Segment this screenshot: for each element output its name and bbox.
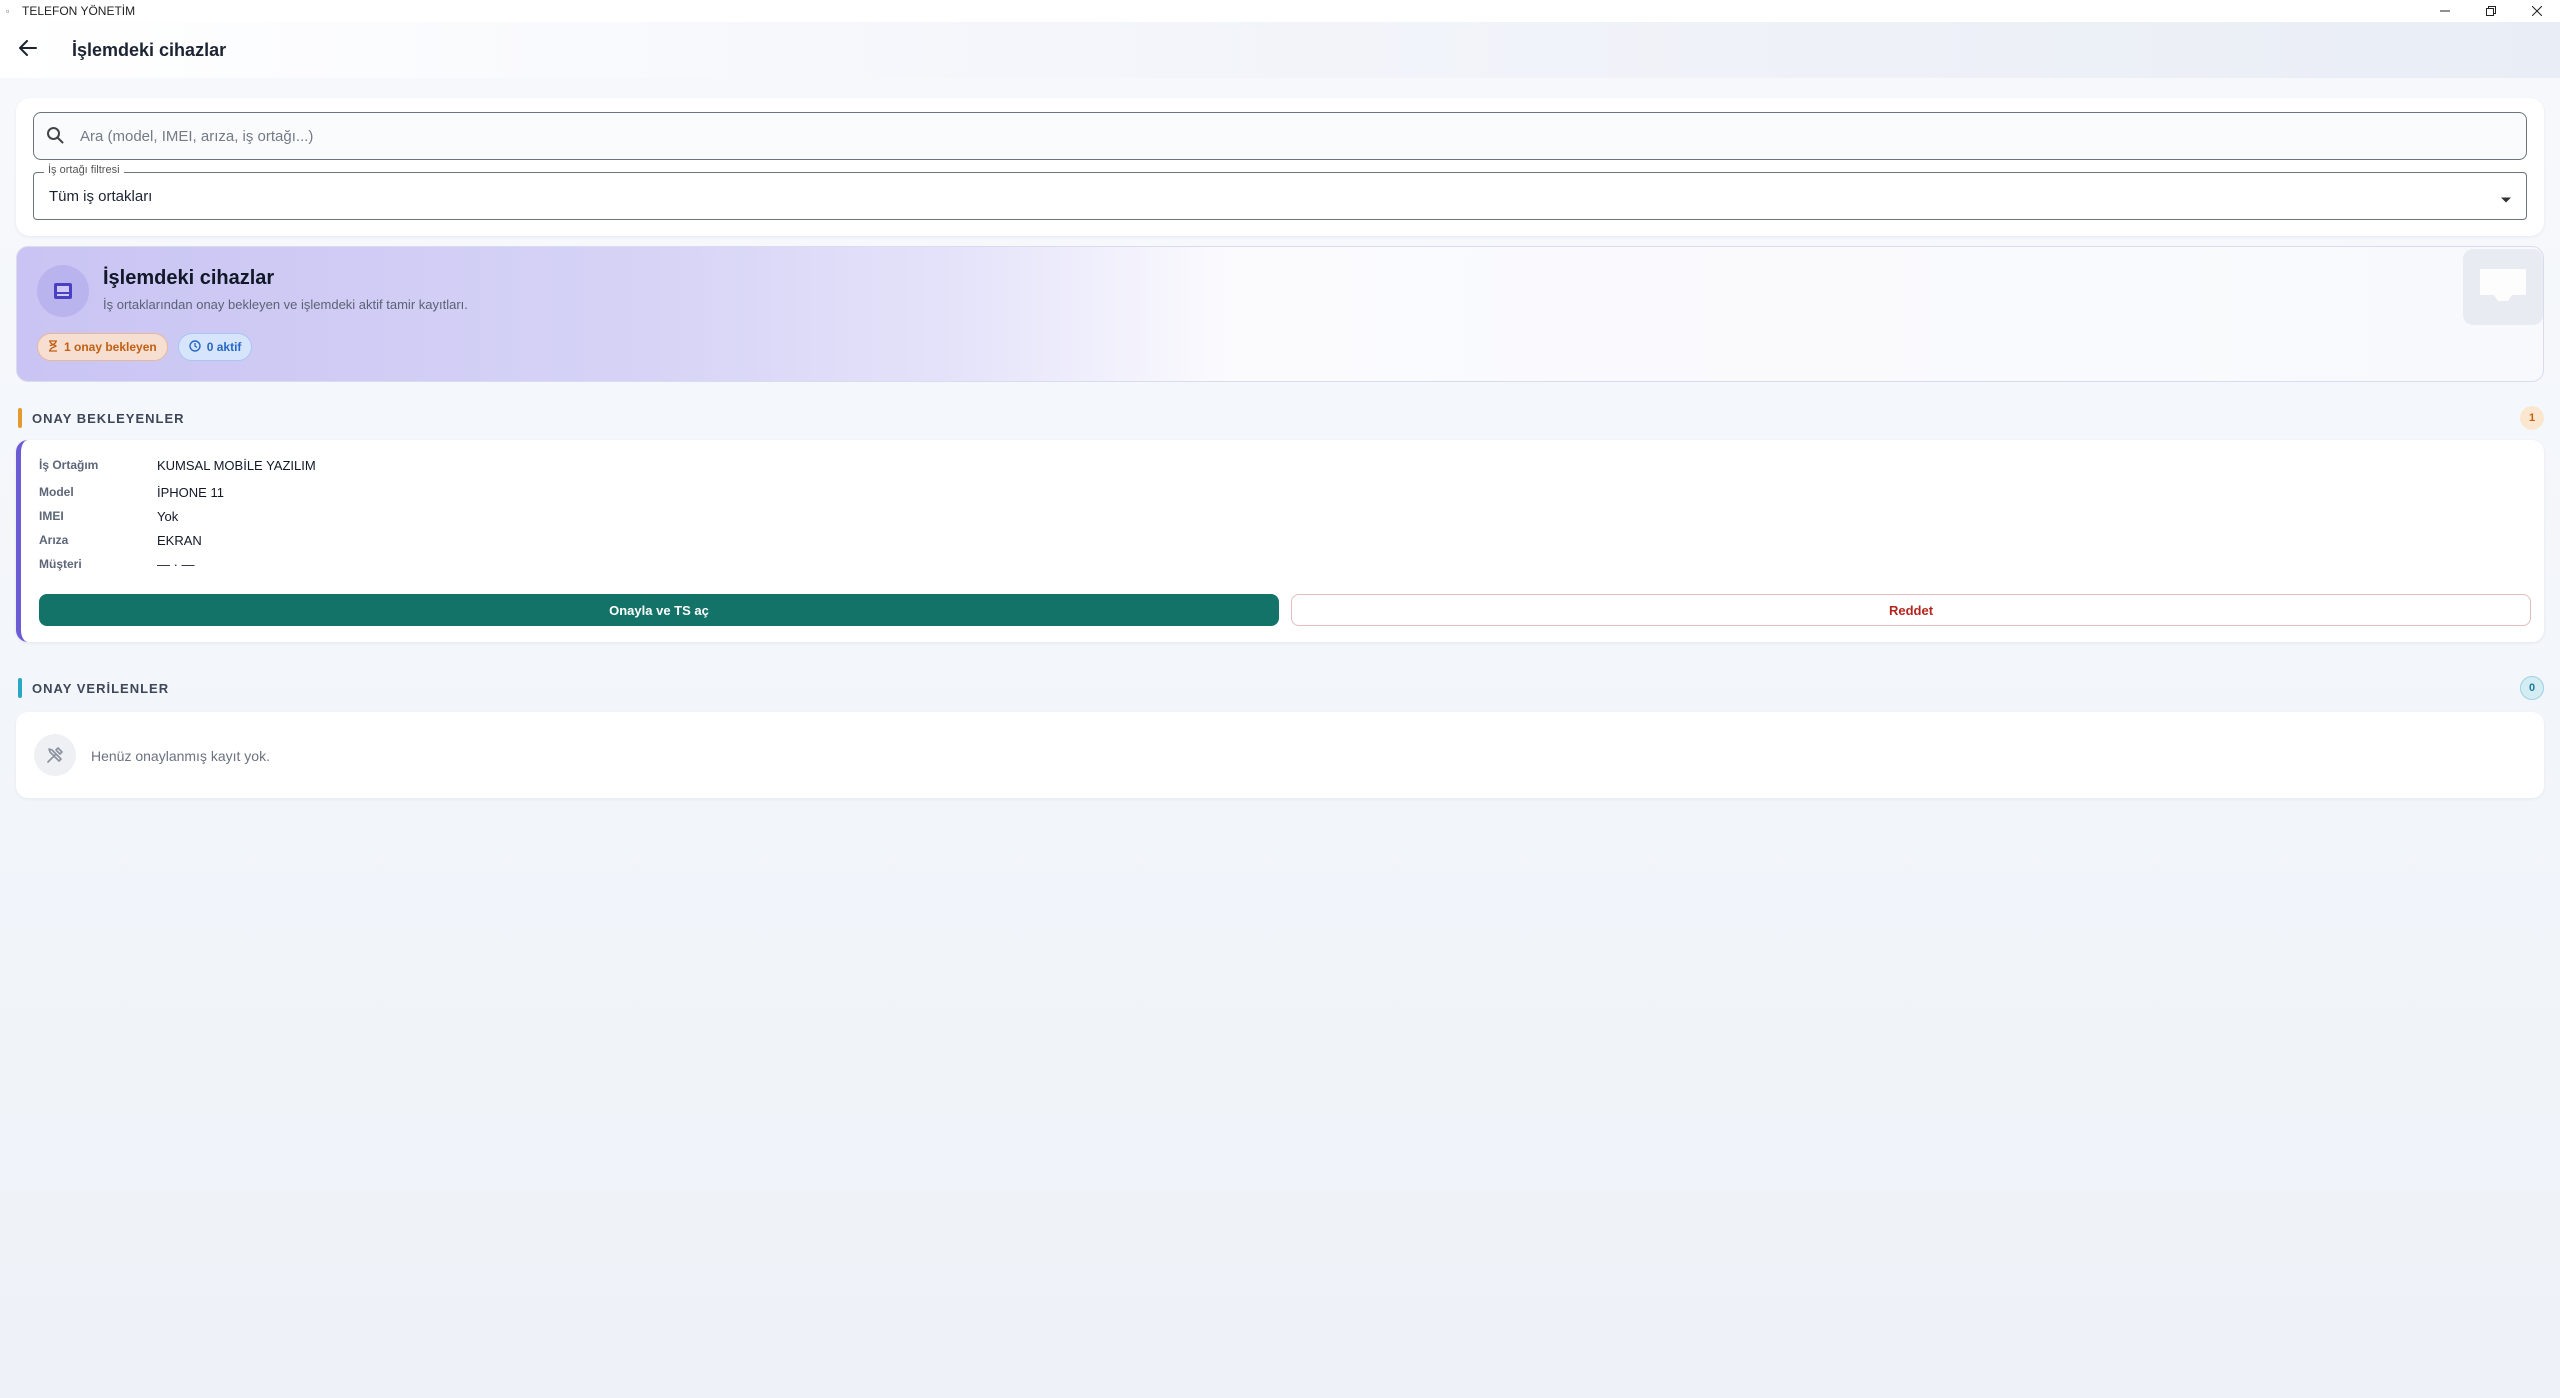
field-value: — · — <box>157 557 195 572</box>
pending-chip-label: 1 onay bekleyen <box>64 340 157 354</box>
partner-filter-value: Tüm iş ortakları <box>49 188 153 205</box>
search-field[interactable] <box>33 112 2527 160</box>
field-row: IMEI Yok <box>39 509 178 524</box>
field-row: Müşteri — · — <box>39 557 195 572</box>
inbox-decoration-icon <box>2463 249 2543 325</box>
pending-section-header: ONAY BEKLEYENLER 1 <box>18 406 2544 430</box>
approved-section-header: ONAY VERİLENLER 0 <box>18 676 2544 700</box>
search-icon <box>46 126 66 146</box>
empty-state-text: Henüz onaylanmış kayıt yok. <box>91 748 270 764</box>
field-label: Arıza <box>39 533 69 547</box>
section-accent-bar <box>18 678 22 698</box>
field-row: Arıza EKRAN <box>39 533 202 548</box>
search-input[interactable] <box>80 127 2480 145</box>
close-icon[interactable] <box>2514 0 2560 22</box>
hero-subtitle: İş ortaklarından onay bekleyen ve işlemd… <box>103 297 468 312</box>
field-row: Model İPHONE 11 <box>39 485 224 500</box>
reject-button[interactable]: Reddet <box>1291 594 2531 626</box>
approved-section-title: ONAY VERİLENLER <box>32 681 170 696</box>
pending-count-badge: 1 <box>2520 406 2544 430</box>
field-value: EKRAN <box>157 533 202 548</box>
clock-icon <box>189 339 201 355</box>
back-button[interactable] <box>0 22 56 78</box>
field-row: İş Ortağım KUMSAL MOBİLE YAZILIM <box>39 458 316 473</box>
app-icon: ▫ <box>6 6 10 16</box>
tools-icon <box>34 734 76 776</box>
active-chip-label: 0 aktif <box>206 340 242 354</box>
chevron-down-icon <box>2500 191 2512 209</box>
minimize-icon[interactable] <box>2422 0 2468 22</box>
summary-hero-card: İşlemdeki cihazlar İş ortaklarından onay… <box>16 246 2544 382</box>
window-titlebar: ▫ TELEFON YÖNETİM <box>0 0 2560 22</box>
field-label: İş Ortağım <box>39 458 99 472</box>
pending-count-chip: 1 onay bekleyen <box>37 333 168 361</box>
hero-title: İşlemdeki cihazlar <box>103 267 275 289</box>
partner-filter-label: İş ortağı filtresi <box>44 164 124 176</box>
app-bar: İşlemdeki cihazlar <box>0 22 2560 78</box>
field-value: KUMSAL MOBİLE YAZILIM <box>157 458 316 473</box>
hourglass-icon <box>48 339 58 355</box>
field-label: Model <box>39 485 74 499</box>
page-title: İşlemdeki cihazlar <box>72 39 227 60</box>
inbox-icon <box>37 265 89 317</box>
pending-request-card: İş Ortağım KUMSAL MOBİLE YAZILIM Model İ… <box>16 440 2544 642</box>
window-controls <box>2422 0 2560 22</box>
window-title: TELEFON YÖNETİM <box>22 4 136 18</box>
arrow-left-icon <box>19 39 37 61</box>
hero-chips: 1 onay bekleyen 0 aktif <box>37 333 253 361</box>
field-label: Müşteri <box>39 557 82 571</box>
approved-count-badge: 0 <box>2520 676 2544 700</box>
field-value: İPHONE 11 <box>157 485 224 500</box>
pending-section-title: ONAY BEKLEYENLER <box>32 411 185 426</box>
partner-filter-select[interactable]: İş ortağı filtresi Tüm iş ortakları <box>33 164 2527 220</box>
approve-button[interactable]: Onayla ve TS aç <box>39 594 1279 626</box>
field-value: Yok <box>157 509 179 524</box>
approved-empty-card: Henüz onaylanmış kayıt yok. <box>16 712 2544 798</box>
section-accent-bar <box>18 408 22 428</box>
field-label: IMEI <box>39 509 64 523</box>
filter-card: İş ortağı filtresi Tüm iş ortakları <box>16 98 2544 236</box>
restore-icon[interactable] <box>2468 0 2514 22</box>
active-count-chip: 0 aktif <box>177 333 253 361</box>
